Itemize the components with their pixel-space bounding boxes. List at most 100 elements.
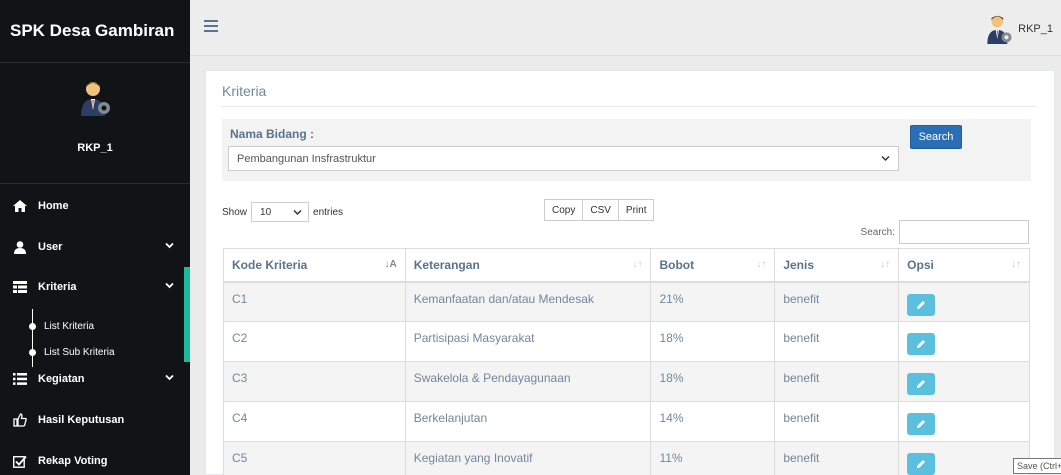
sidebar-item-user[interactable]: User — [0, 227, 190, 267]
sidebar-item-label: Kriteria — [38, 281, 77, 293]
show-label: Show — [222, 206, 248, 218]
edit-button[interactable] — [907, 453, 936, 475]
sidebar: SPK Desa Gambiran RKP_1 Home User Kriter… — [0, 0, 190, 475]
table-row: C4 Berkelanjutan 14% benefit — [223, 401, 1030, 442]
user-icon — [12, 240, 28, 254]
cell-jenis: benefit — [774, 281, 900, 322]
export-buttons: Copy CSV Print — [544, 199, 655, 221]
sidebar-item-kriteria[interactable]: Kriteria — [0, 267, 190, 307]
cell-opsi — [898, 441, 1030, 475]
pencil-icon — [917, 380, 926, 388]
table-search: Search: — [861, 220, 1029, 244]
sidebar-item-label: Home — [38, 200, 69, 212]
search-button[interactable]: Search — [910, 125, 962, 149]
thumbs-up-icon — [12, 413, 28, 427]
checkbox-icon — [12, 454, 28, 468]
cell-keterangan: Berkelanjutan — [404, 401, 652, 442]
cell-jenis: benefit — [774, 441, 900, 475]
divider — [221, 106, 1036, 107]
cell-kode: C2 — [223, 321, 406, 362]
search-input[interactable] — [899, 220, 1029, 244]
active-indicator — [184, 267, 190, 362]
sidebar-item-home[interactable]: Home — [0, 186, 190, 226]
header-label: Kode Kriteria — [232, 257, 308, 272]
cell-bobot: 11% — [650, 441, 776, 475]
cell-opsi — [898, 361, 1030, 402]
menu-toggle-icon[interactable] — [204, 20, 218, 32]
cell-jenis: benefit — [774, 361, 900, 402]
table-row: C5 Kegiatan yang Inovatif 11% benefit — [223, 441, 1030, 475]
sidebar-profile: RKP_1 — [0, 63, 190, 184]
filter-form: Nama Bidang : Pembangunan Insfrastruktur… — [222, 119, 1031, 181]
bidang-select-value: Pembangunan Insfrastruktur — [237, 152, 376, 165]
cell-kode: C3 — [223, 361, 406, 402]
sidebar-item-hasil-keputusan[interactable]: Hasil Keputusan — [0, 400, 190, 440]
entries-select[interactable]: 10 — [251, 202, 310, 222]
cell-keterangan: Partisipasi Masyarakat — [404, 321, 652, 362]
content-panel: Kriteria Nama Bidang : Pembangunan Insfr… — [205, 70, 1055, 475]
cell-opsi — [898, 321, 1030, 362]
chevron-down-icon — [165, 242, 174, 249]
cell-keterangan: Swakelola & Pendayagunaan — [404, 361, 652, 402]
sidebar-item-kegiatan[interactable]: Kegiatan — [0, 359, 190, 399]
header-label: Jenis — [783, 257, 814, 272]
cell-kode: C5 — [223, 441, 406, 475]
cell-kode: C1 — [223, 281, 406, 322]
edit-button[interactable] — [907, 373, 936, 395]
table-row: C2 Partisipasi Masyarakat 18% benefit — [223, 321, 1030, 362]
cell-jenis: benefit — [774, 401, 900, 442]
entries-length: Show 10 entries — [222, 202, 343, 222]
column-header-opsi[interactable]: Opsi ↓↑ — [898, 248, 1030, 283]
header-label: Opsi — [907, 257, 934, 272]
sort-icon: ↓↑ — [632, 259, 643, 270]
cell-keterangan: Kemanfaatan dan/atau Mendesak — [404, 281, 652, 322]
edit-button[interactable] — [907, 333, 936, 355]
csv-button[interactable]: CSV — [583, 199, 619, 221]
table-row: C3 Swakelola & Pendayagunaan 18% benefit — [223, 361, 1030, 402]
column-header-bobot[interactable]: Bobot ↓↑ — [650, 248, 776, 283]
sort-icon: ↓↑ — [1011, 259, 1021, 270]
pencil-icon — [917, 420, 926, 428]
list-icon — [12, 372, 28, 386]
header-label: Bobot — [659, 257, 695, 272]
user-menu[interactable]: RKP_1 — [984, 14, 1053, 44]
pencil-icon — [917, 300, 926, 309]
home-icon — [12, 199, 28, 213]
kriteria-table: Kode Kriteria ↓A Keterangan ↓↑ Bobot ↓↑ Jen… — [223, 248, 1030, 475]
sidebar-username: RKP_1 — [77, 142, 113, 154]
entries-value: 10 — [260, 206, 272, 218]
filter-label: Nama Bidang : — [230, 127, 315, 141]
top-navbar: RKP_1 — [190, 0, 1061, 56]
sidebar-item-label: User — [38, 241, 63, 253]
print-button[interactable]: Print — [618, 199, 655, 221]
sidebar-item-label: Kegiatan — [38, 373, 85, 385]
brand-title[interactable]: SPK Desa Gambiran — [0, 0, 190, 63]
header-label: Keterangan — [413, 257, 480, 272]
chevron-down-icon — [881, 155, 890, 162]
sidebar-item-label: Rekap Voting — [38, 455, 108, 467]
chevron-down-icon — [165, 374, 174, 381]
column-header-kode[interactable]: Kode Kriteria ↓A — [223, 248, 406, 283]
sidebar-item-label: Hasil Keputusan — [38, 414, 125, 426]
table-icon — [12, 280, 28, 294]
cell-bobot: 18% — [650, 361, 776, 402]
chevron-down-icon — [165, 282, 174, 289]
cell-keterangan: Kegiatan yang Inovatif — [404, 441, 652, 475]
cell-bobot: 18% — [650, 321, 776, 362]
pencil-icon — [917, 340, 926, 348]
cell-bobot: 14% — [650, 401, 776, 442]
cell-jenis: benefit — [774, 321, 900, 362]
column-header-jenis[interactable]: Jenis ↓↑ — [774, 248, 900, 283]
copy-button[interactable]: Copy — [544, 199, 584, 221]
sort-icon: ↓↑ — [880, 259, 891, 270]
cell-kode: C4 — [223, 401, 406, 442]
sidebar-item-rekap-voting[interactable]: Rekap Voting — [0, 441, 190, 475]
pencil-icon — [917, 460, 926, 468]
entries-label: entries — [313, 206, 344, 218]
top-username: RKP_1 — [1018, 23, 1053, 35]
bidang-select[interactable]: Pembangunan Insfrastruktur — [228, 146, 899, 171]
sidebar-subitem-list-kriteria[interactable]: List Kriteria — [0, 313, 184, 339]
edit-button[interactable] — [907, 293, 936, 316]
column-header-keterangan[interactable]: Keterangan ↓↑ — [404, 248, 652, 283]
edit-button[interactable] — [907, 413, 936, 435]
